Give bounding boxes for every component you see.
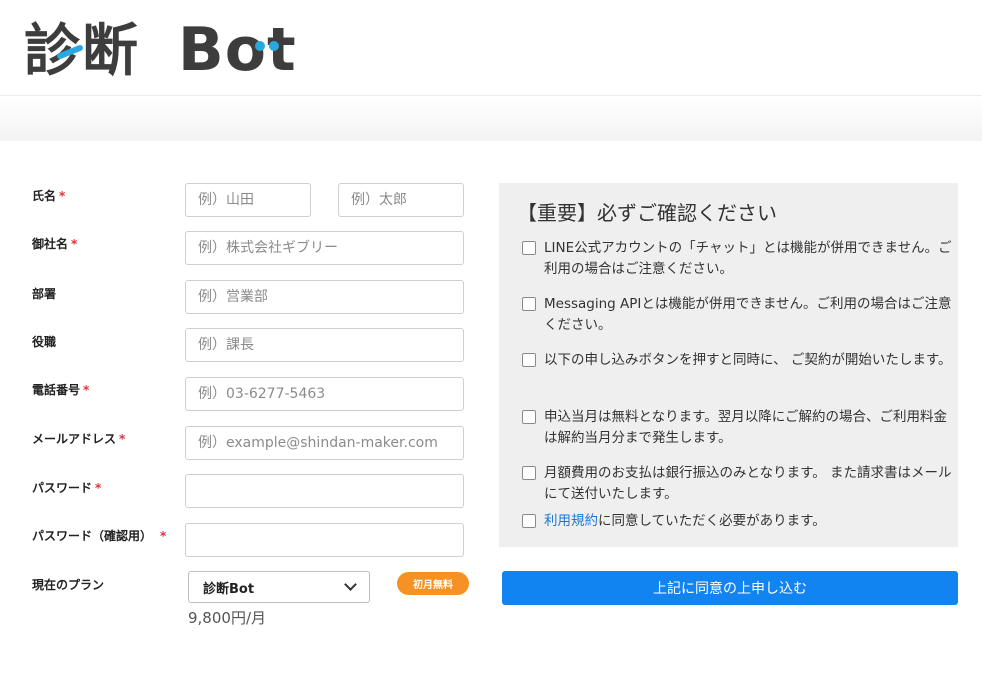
agree-checkbox-5[interactable] bbox=[522, 466, 536, 480]
notice-item-text: 月額費用のお支払は銀行振込のみとなります。 また請求書はメールにて送付いたします… bbox=[544, 465, 952, 502]
robot-eye-left-icon bbox=[255, 41, 265, 51]
header-band bbox=[0, 97, 982, 141]
submit-agree-button[interactable]: 上記に同意の上申し込む bbox=[502, 571, 958, 605]
email-label: メールアドレス * bbox=[32, 432, 126, 446]
logo-latin: Bot bbox=[178, 15, 297, 85]
plan-select[interactable]: 診断Bot bbox=[188, 571, 370, 603]
password-label: パスワード * bbox=[32, 481, 102, 495]
required-mark: * bbox=[59, 189, 66, 203]
notice-item-text: Messaging APIとは機能が併用できません。ご利用の場合はご注意ください… bbox=[544, 296, 952, 333]
email-input[interactable] bbox=[185, 426, 464, 460]
logo-kanji: 診断 bbox=[24, 19, 140, 84]
password-confirm-label: パスワード（確認用） * bbox=[32, 529, 167, 543]
first-name-input[interactable] bbox=[338, 183, 464, 217]
notice-item-text: 以下の申し込みボタンを押すと同時に、 ご契約が開始いたします。 bbox=[544, 352, 952, 368]
phone-label: 電話番号 * bbox=[32, 383, 90, 397]
notice-item: 月額費用のお支払は銀行振込のみとなります。 また請求書はメールにて送付いたします… bbox=[522, 463, 952, 505]
terms-link[interactable]: 利用規約 bbox=[544, 513, 598, 529]
agree-checkbox-3[interactable] bbox=[522, 353, 536, 367]
first-month-free-badge: 初月無料 bbox=[397, 572, 469, 595]
position-label: 役職 bbox=[32, 335, 57, 349]
plan-label: 現在のプラン bbox=[32, 578, 105, 592]
notice-item: 利用規約に同意していただく必要があります。 bbox=[522, 511, 952, 532]
agree-checkbox-1[interactable] bbox=[522, 241, 536, 255]
plan-price: 9,800円/月 bbox=[188, 609, 266, 627]
department-input[interactable] bbox=[185, 280, 464, 314]
department-label: 部署 bbox=[32, 287, 57, 301]
phone-input[interactable] bbox=[185, 377, 464, 411]
company-label: 御社名 * bbox=[32, 237, 78, 251]
last-name-input[interactable] bbox=[185, 183, 311, 217]
password-input[interactable] bbox=[185, 474, 464, 508]
notice-item: LINE公式アカウントの「チャット」とは機能が併用できません。ご利用の場合はご注… bbox=[522, 238, 952, 280]
position-input[interactable] bbox=[185, 328, 464, 362]
password-confirm-input[interactable] bbox=[185, 523, 464, 557]
robot-eye-right-icon bbox=[269, 41, 279, 51]
terms-text: に同意していただく必要があります。 bbox=[598, 513, 826, 529]
notice-item: 申込当月は無料となります。翌月以降にご解約の場合、ご利用料金は解約当月分まで発生… bbox=[522, 407, 952, 449]
name-label: 氏名 * bbox=[32, 189, 66, 203]
chevron-down-icon bbox=[344, 578, 357, 591]
notice-item-text: LINE公式アカウントの「チャット」とは機能が併用できません。ご利用の場合はご注… bbox=[544, 240, 952, 277]
site-header: 診断 Bot bbox=[0, 0, 982, 96]
notice-item: Messaging APIとは機能が併用できません。ご利用の場合はご注意ください… bbox=[522, 294, 952, 336]
shindan-bot-logo[interactable]: 診断 Bot bbox=[24, 8, 324, 86]
company-input[interactable] bbox=[185, 231, 464, 265]
agree-checkbox-4[interactable] bbox=[522, 410, 536, 424]
notice-title: 【重要】必ずご確認ください bbox=[517, 201, 777, 225]
notice-item-text: 申込当月は無料となります。翌月以降にご解約の場合、ご利用料金は解約当月分まで発生… bbox=[544, 409, 947, 446]
important-notice-panel: 【重要】必ずご確認ください LINE公式アカウントの「チャット」とは機能が併用で… bbox=[499, 183, 958, 547]
notice-item: 以下の申し込みボタンを押すと同時に、 ご契約が開始いたします。 bbox=[522, 350, 952, 371]
agree-terms-checkbox[interactable] bbox=[522, 514, 536, 528]
agree-checkbox-2[interactable] bbox=[522, 297, 536, 311]
plan-selected-value: 診断Bot bbox=[203, 581, 255, 597]
